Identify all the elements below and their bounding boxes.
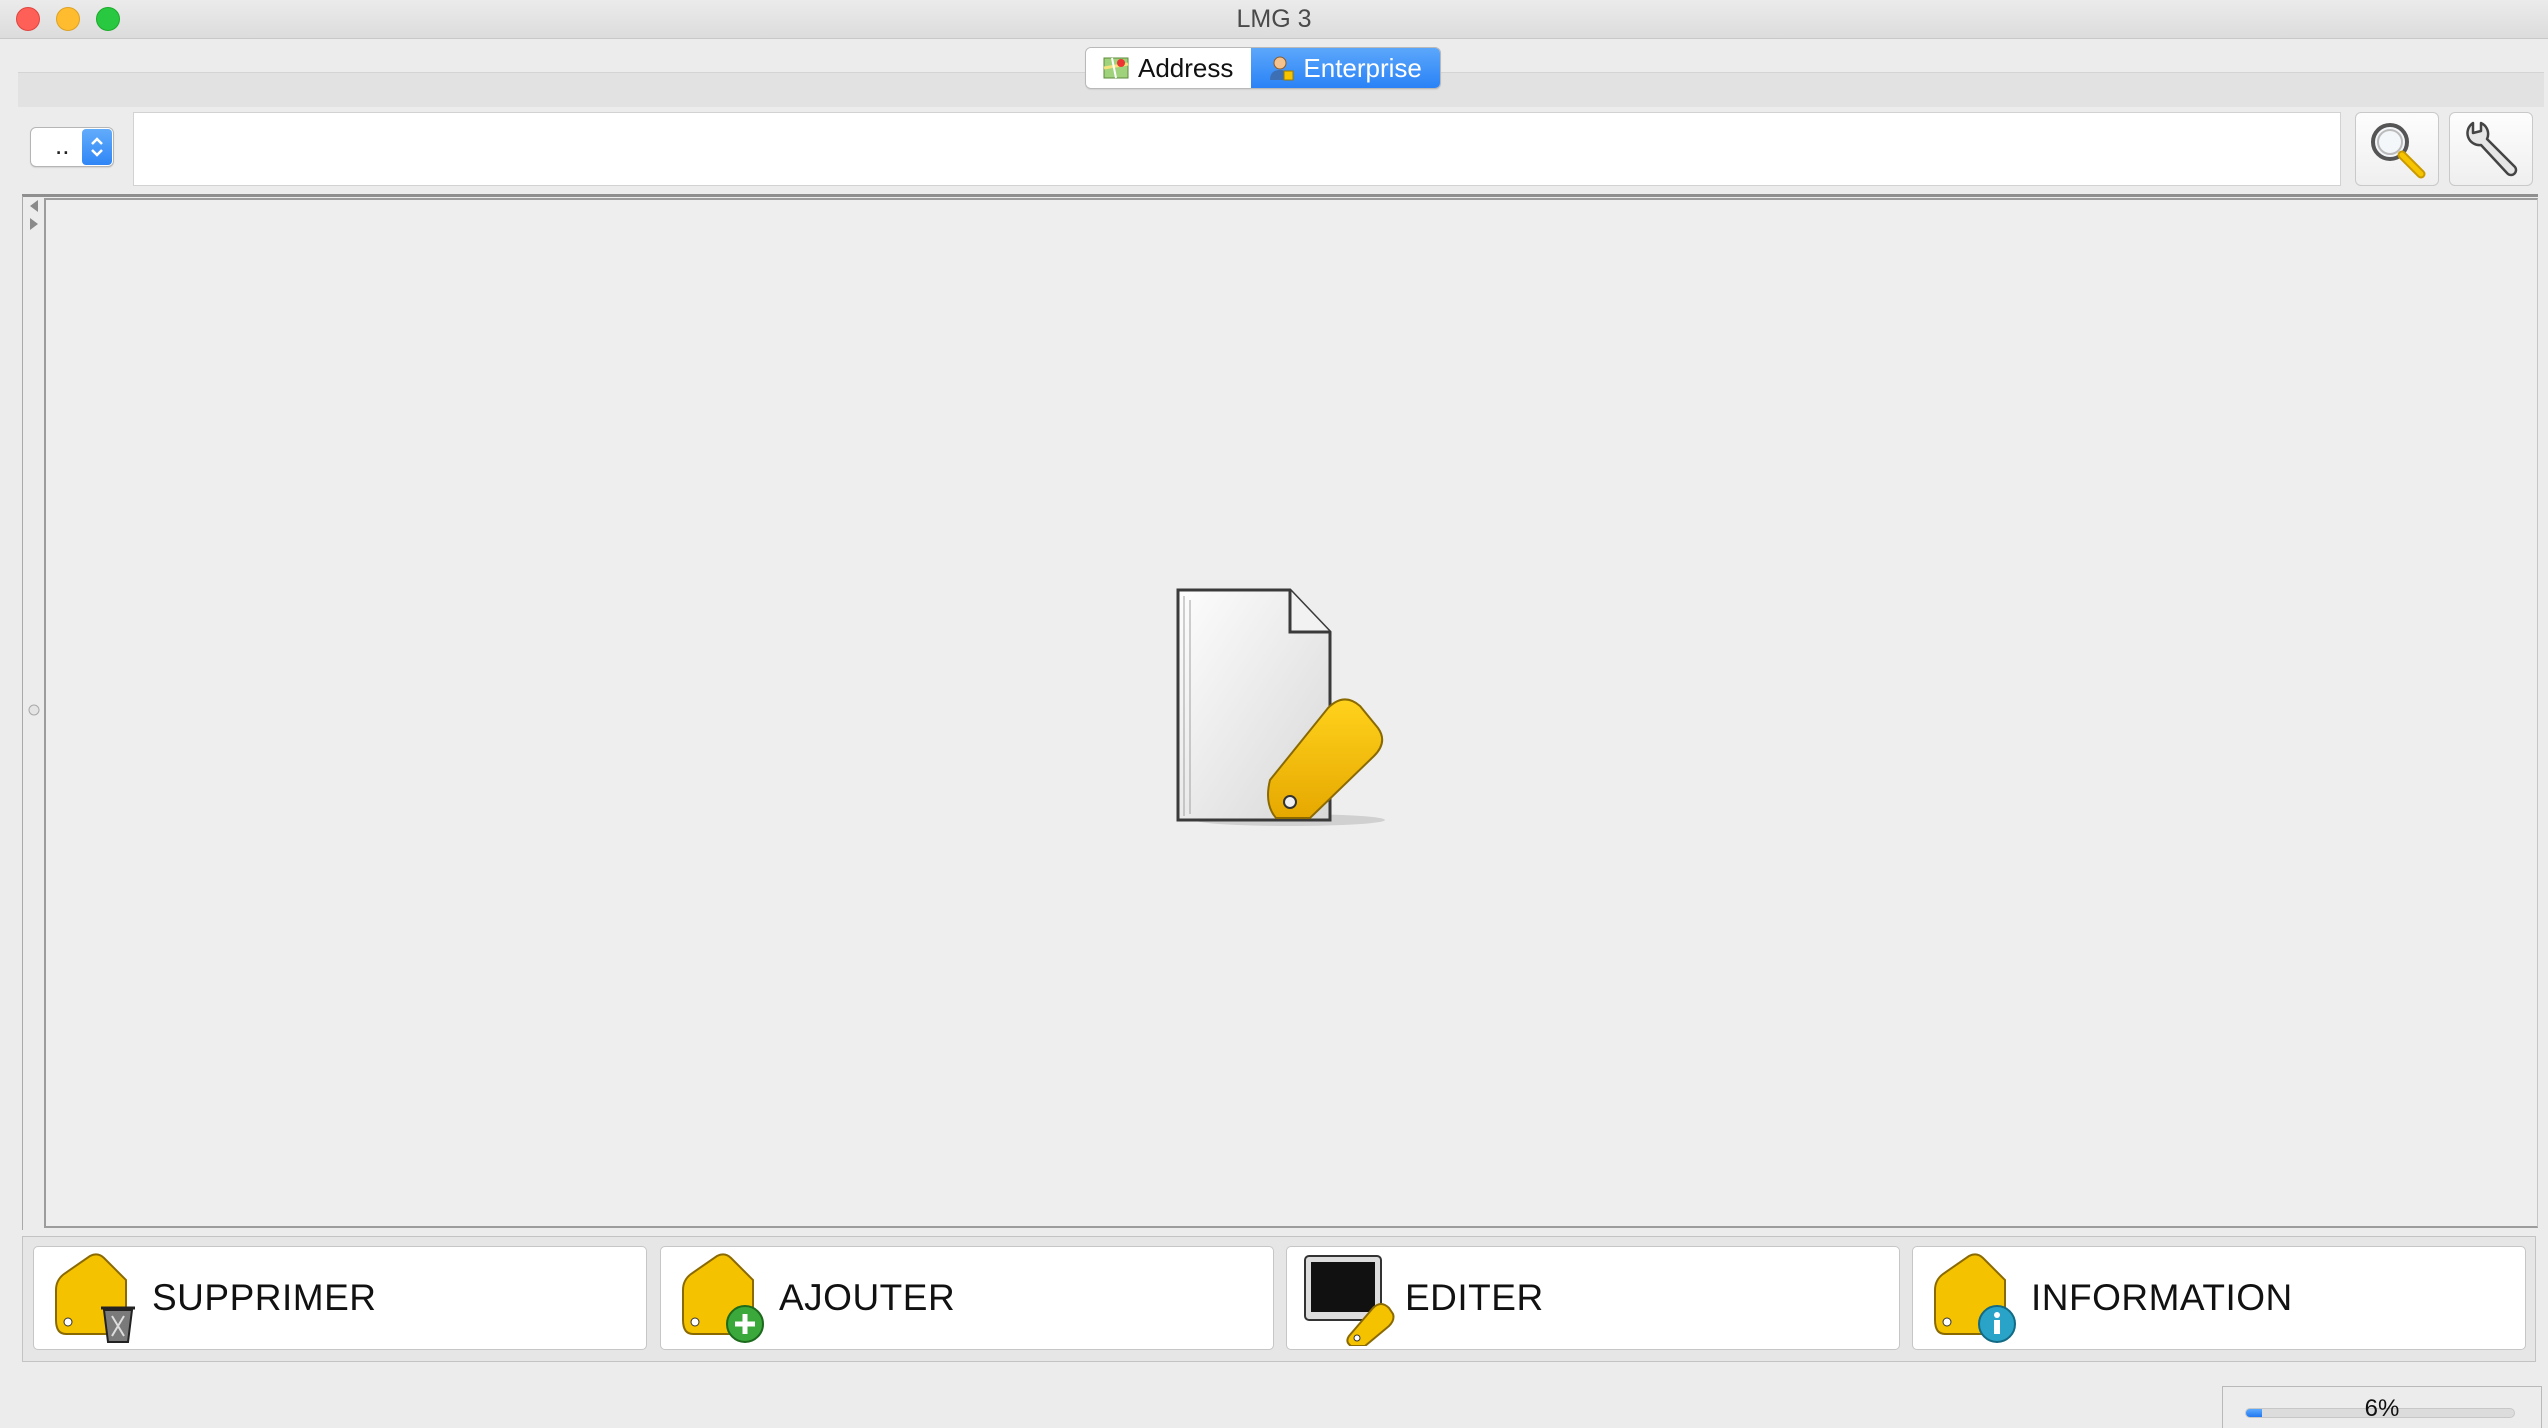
edit-button-label: EDITER	[1405, 1277, 1544, 1318]
panel-divider	[22, 194, 2538, 197]
search-button[interactable]	[2355, 112, 2439, 186]
scope-select[interactable]: ..	[30, 127, 114, 167]
add-button[interactable]: AJOUTER	[660, 1246, 1274, 1350]
collapse-arrows-icon[interactable]	[26, 196, 46, 236]
document-tag-icon	[1176, 588, 1385, 826]
search-input[interactable]	[133, 112, 2341, 186]
tag-info-icon	[1934, 1253, 2016, 1343]
delete-button-label: SUPPRIMER	[152, 1277, 377, 1318]
progress-text: 6%	[2364, 1395, 2400, 1422]
tab-bar: Address Enterprise	[1085, 47, 1441, 89]
chevron-updown-icon	[82, 129, 112, 165]
splitter-grip-icon[interactable]	[26, 702, 42, 718]
status-bar: 6%	[2222, 1386, 2542, 1428]
tab-enterprise[interactable]: Enterprise	[1251, 48, 1440, 88]
tab-enterprise-label: Enterprise	[1303, 52, 1422, 83]
scope-select-value: ..	[55, 130, 70, 160]
title-bar: LMG 3	[0, 0, 2548, 39]
enterprise-user-icon	[1270, 56, 1294, 81]
delete-button[interactable]: SUPPRIMER	[33, 1246, 647, 1350]
add-button-label: AJOUTER	[779, 1277, 956, 1318]
tab-address[interactable]: Address	[1086, 48, 1252, 88]
window-title: LMG 3	[1236, 5, 1312, 33]
side-collapse-handle[interactable]	[22, 196, 45, 1230]
map-icon	[1103, 57, 1129, 79]
tag-delete-icon	[55, 1253, 135, 1343]
information-button[interactable]: INFORMATION	[1912, 1246, 2526, 1350]
magnifier-icon	[2371, 123, 2426, 179]
tab-address-label: Address	[1138, 52, 1234, 83]
information-button-label: INFORMATION	[2031, 1277, 2293, 1318]
wrench-icon	[2466, 121, 2518, 177]
settings-button[interactable]	[2449, 112, 2533, 186]
tag-edit-icon	[1304, 1255, 1395, 1346]
tag-add-icon	[682, 1253, 764, 1343]
edit-button[interactable]: EDITER	[1286, 1246, 1900, 1350]
